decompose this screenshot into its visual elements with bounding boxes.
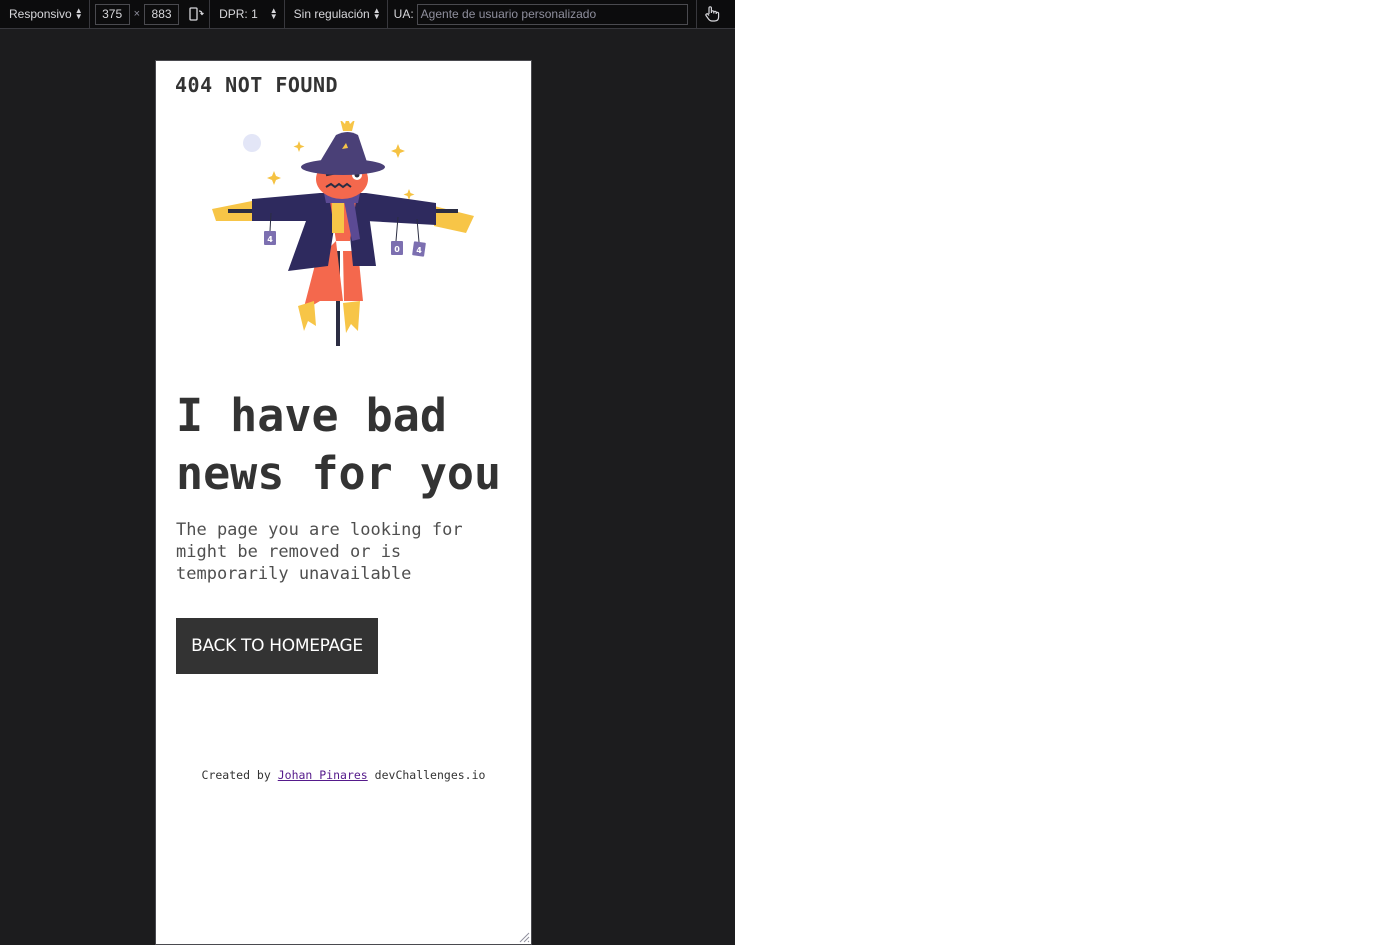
footer-suffix: devChallenges.io [374, 768, 486, 782]
svg-text:0: 0 [394, 245, 400, 254]
updown-arrows-icon: ▲ ▼ [269, 6, 278, 21]
touch-simulation-icon [704, 6, 719, 22]
page-headline: I have bad news for you [176, 387, 526, 503]
description-line: temporarily unavailable [176, 564, 412, 584]
throttling-selector-label: Sin regulación [293, 7, 370, 21]
toolbar-divider [88, 0, 90, 29]
rotate-button[interactable] [183, 0, 209, 29]
headline-line: I have bad [176, 389, 447, 442]
description-line: The page you are looking for [176, 520, 463, 540]
viewport-width-input[interactable]: 375 [94, 3, 130, 25]
dpr-selector[interactable]: DPR: 1 ▲ ▼ [210, 0, 284, 29]
resize-handle-icon[interactable] [518, 931, 530, 943]
dpr-selector-label: DPR: 1 [219, 7, 258, 21]
viewport-height-input[interactable]: 883 [144, 3, 180, 25]
user-agent-label: UA: [393, 7, 414, 21]
updown-arrows-icon: ▲ ▼ [372, 6, 381, 21]
footer-prefix: Created by [201, 768, 271, 782]
device-selector-label: Responsivo [9, 7, 72, 21]
rotate-device-icon [189, 7, 204, 21]
updown-arrows-icon: ▲ ▼ [74, 6, 83, 21]
svg-text:4: 4 [267, 235, 273, 244]
headline-line: news for you [176, 447, 502, 500]
svg-text:4: 4 [416, 246, 422, 255]
device-viewport: 404 NOT FOUND 4 0 4 I have bad news for … [155, 60, 532, 945]
touch-simulation-button[interactable] [697, 0, 727, 29]
responsive-toolbar: Responsivo ▲ ▼ 375 × 883 DPR: 1 ▲ ▼ Sin re… [0, 0, 735, 29]
scarecrow-illustration: 4 0 4 [212, 121, 474, 346]
dimension-separator: × [133, 8, 141, 20]
author-link[interactable]: Johan Pinares [278, 768, 368, 782]
user-agent-input[interactable]: Agente de usuario personalizado [416, 3, 688, 25]
brand-title: 404 NOT FOUND [175, 73, 339, 97]
page-description: The page you are looking for might be re… [176, 519, 476, 585]
throttling-selector[interactable]: Sin regulación ▲ ▼ [285, 0, 387, 29]
page-footer: Created by Johan Pinares devChallenges.i… [156, 768, 531, 782]
toolbar-divider [386, 0, 388, 29]
description-line: might be removed or is [176, 542, 402, 562]
back-to-homepage-button[interactable]: BACK TO HOMEPAGE [176, 618, 378, 674]
device-selector[interactable]: Responsivo ▲ ▼ [0, 0, 89, 29]
responsive-design-panel: Responsivo ▲ ▼ 375 × 883 DPR: 1 ▲ ▼ Sin re… [0, 0, 735, 945]
